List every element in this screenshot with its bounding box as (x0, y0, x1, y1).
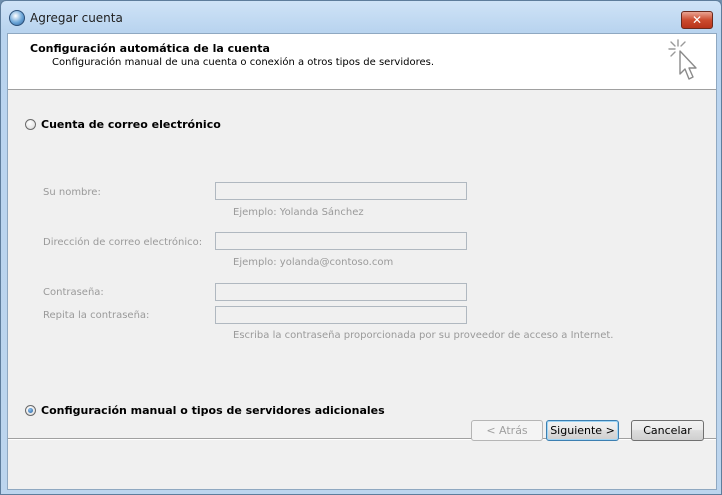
email-hint: Ejemplo: yolanda@contoso.com (233, 257, 394, 268)
email-label: Dirección de correo electrónico: (43, 237, 203, 248)
window-title: Agregar cuenta (30, 11, 123, 25)
next-button[interactable]: Siguiente > (546, 420, 619, 441)
password-hint: Escriba la contraseña proporcionada por … (233, 330, 614, 341)
email-input[interactable] (215, 232, 467, 250)
radio-manual-config-indicator[interactable] (25, 405, 36, 416)
back-button[interactable]: < Atrás (471, 420, 543, 441)
radio-email-account-label: Cuenta de correo electrónico (41, 118, 221, 131)
add-account-window: Agregar cuenta ✕ Configuración automátic… (0, 0, 722, 495)
header-title: Configuración automática de la cuenta (30, 42, 270, 55)
outlook-icon (9, 10, 25, 26)
password-repeat-input[interactable] (215, 306, 467, 324)
wizard-header: Configuración automática de la cuenta Co… (8, 34, 716, 90)
password-repeat-label: Repita la contraseña: (43, 310, 150, 321)
header-subtitle: Configuración manual de una cuenta o con… (52, 57, 435, 68)
password-label: Contraseña: (43, 287, 104, 298)
title-bar[interactable]: Agregar cuenta ✕ (1, 1, 721, 33)
radio-manual-config[interactable]: Configuración manual o tipos de servidor… (25, 404, 385, 417)
password-input[interactable] (215, 283, 467, 301)
close-button[interactable]: ✕ (681, 11, 713, 29)
cancel-button[interactable]: Cancelar (631, 420, 704, 441)
radio-email-account[interactable]: Cuenta de correo electrónico (25, 118, 221, 131)
radio-email-account-indicator[interactable] (25, 119, 36, 130)
cursor-sparkle-icon (668, 39, 697, 80)
radio-manual-config-label: Configuración manual o tipos de servidor… (41, 404, 385, 417)
name-hint: Ejemplo: Yolanda Sánchez (233, 207, 364, 218)
name-input[interactable] (215, 182, 467, 200)
name-label: Su nombre: (43, 187, 101, 198)
